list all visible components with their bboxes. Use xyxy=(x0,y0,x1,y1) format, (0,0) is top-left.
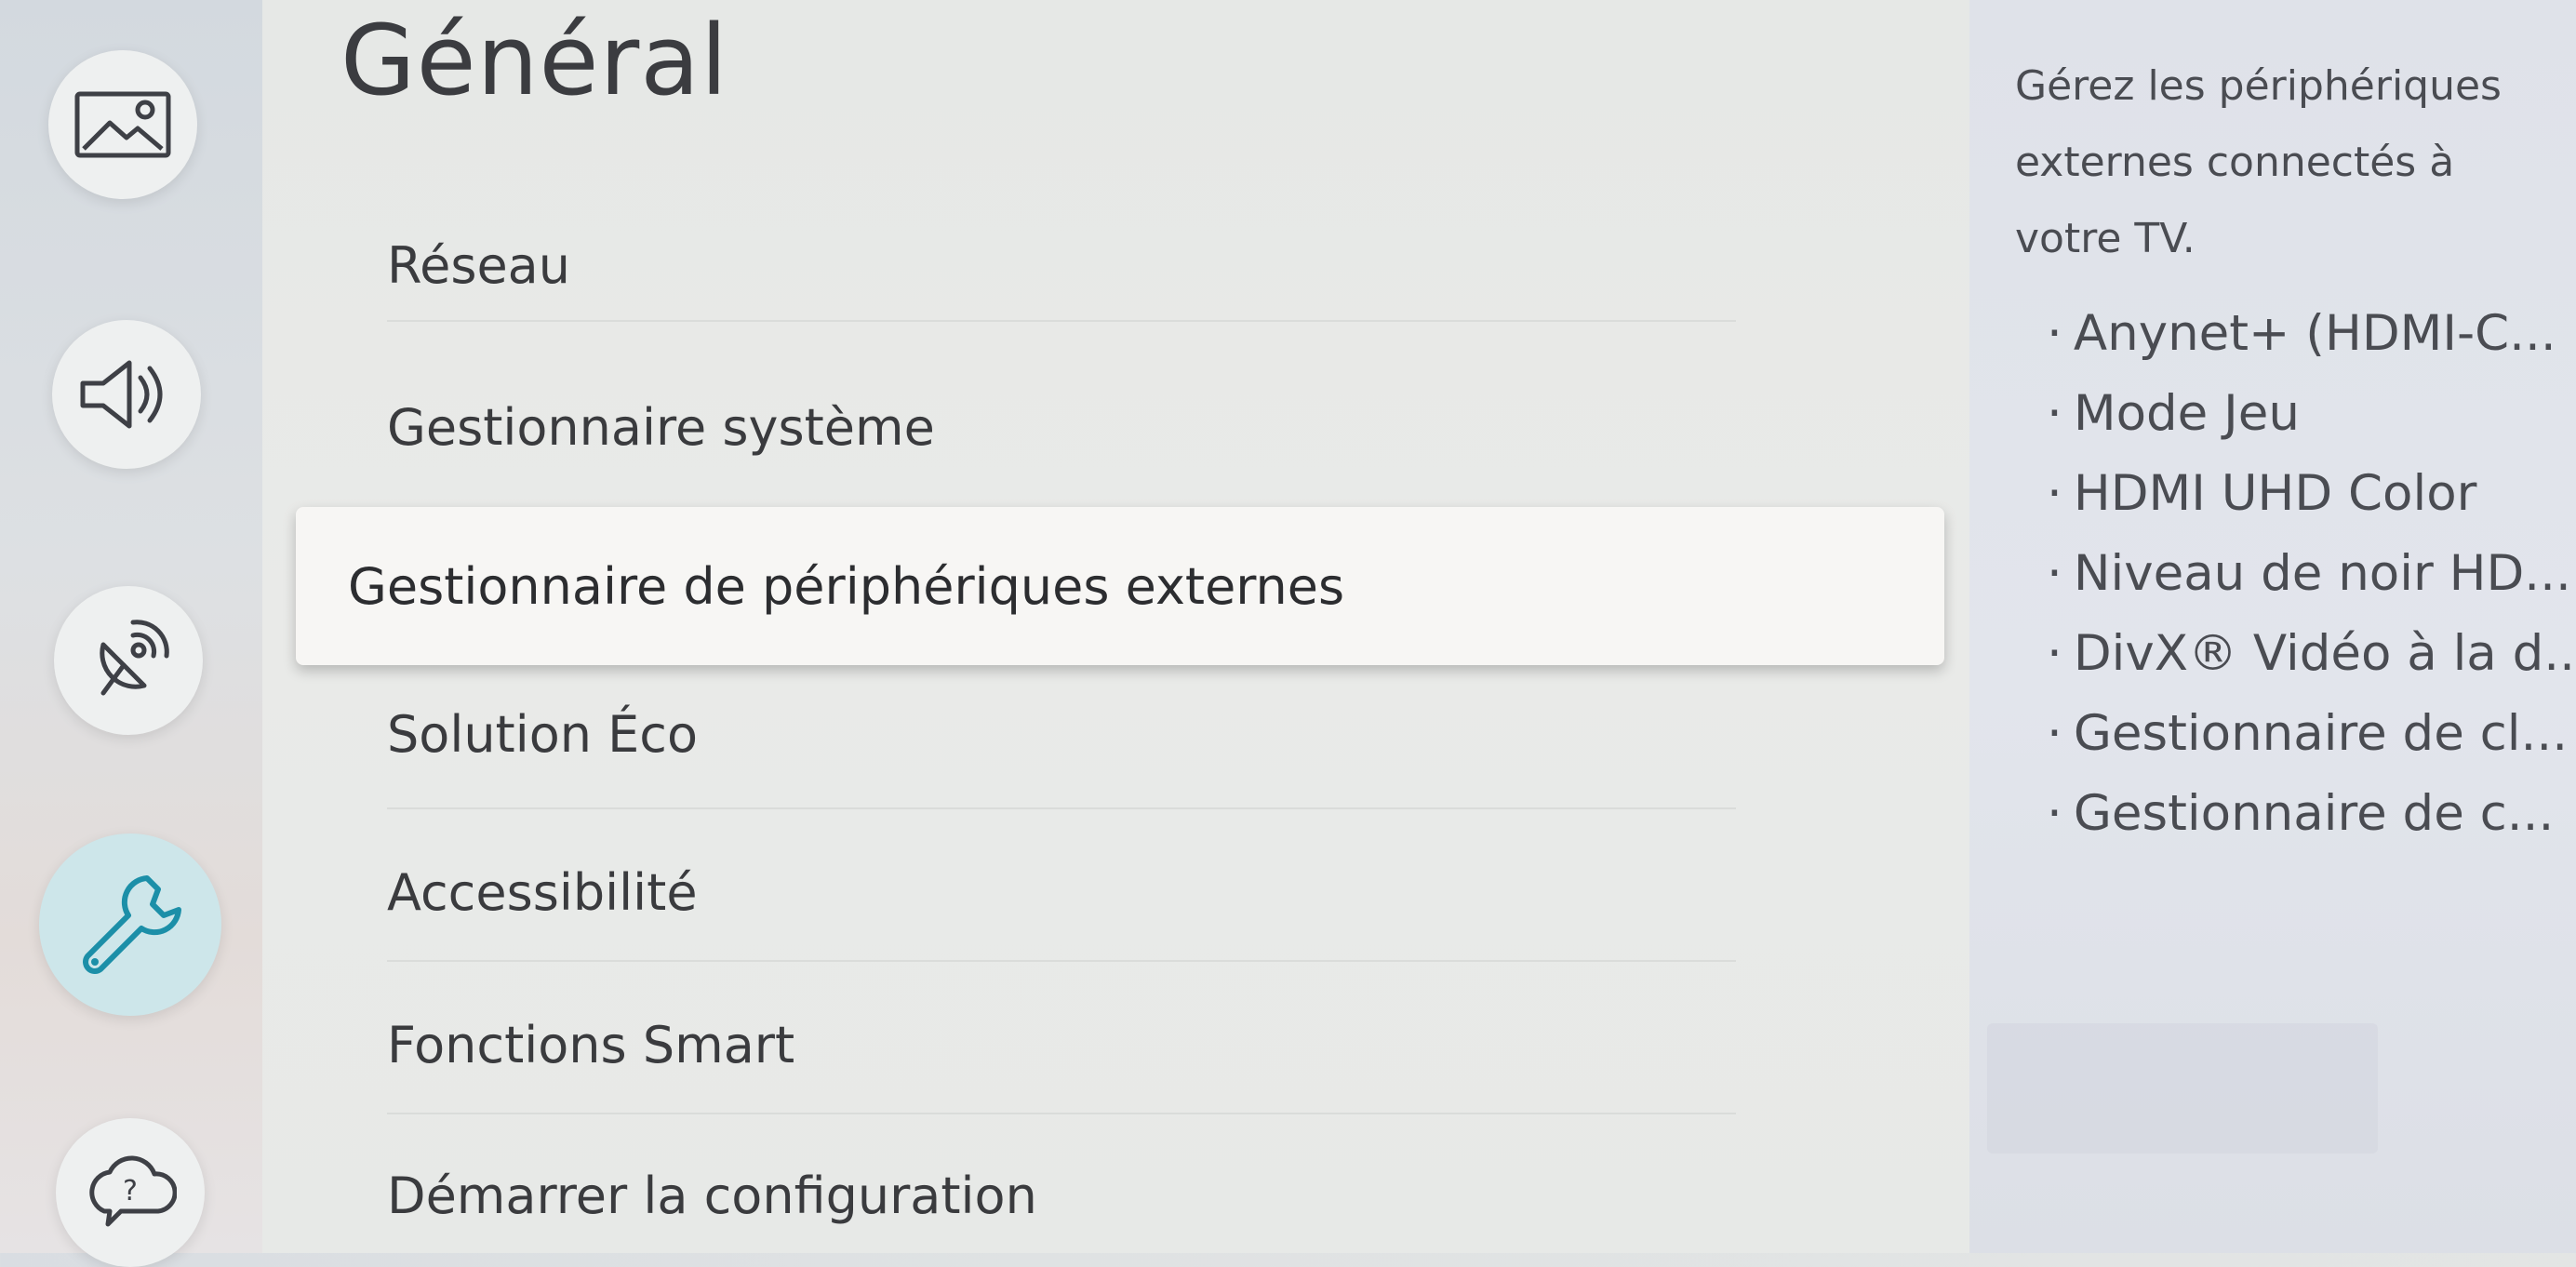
list-item: Gestionnaire de c... xyxy=(2047,774,2576,854)
menu-item-label: Gestionnaire de périphériques externes xyxy=(348,556,1345,616)
background-clock-reflection xyxy=(1987,1023,2378,1154)
menu-item-label: Fonctions Smart xyxy=(387,1015,795,1074)
menu-item-label: Démarrer la configuration xyxy=(387,1166,1037,1225)
picture-icon xyxy=(74,91,171,158)
sidebar-item-support[interactable]: ? xyxy=(56,1118,205,1267)
list-item: Mode Jeu xyxy=(2047,374,2576,454)
list-item: HDMI UHD Color xyxy=(2047,454,2576,534)
sidebar-item-sound[interactable] xyxy=(52,320,201,469)
menu-item-start-setup[interactable]: Démarrer la configuration xyxy=(387,1144,1736,1247)
divider xyxy=(387,960,1736,962)
menu-item-label: Gestionnaire système xyxy=(387,397,935,457)
support-icon: ? xyxy=(84,1155,177,1230)
list-item: Anynet+ (HDMI-C... xyxy=(2047,294,2576,374)
description-feature-list: Anynet+ (HDMI-C... Mode Jeu HDMI UHD Col… xyxy=(2047,294,2576,854)
sidebar-item-general[interactable] xyxy=(39,834,221,1016)
list-item: DivX® Vidéo à la d... xyxy=(2047,614,2576,694)
menu-item-network[interactable]: Réseau xyxy=(387,214,1736,316)
sound-icon xyxy=(75,357,178,432)
menu-item-label: Réseau xyxy=(387,235,570,295)
menu-item-smart-features[interactable]: Fonctions Smart xyxy=(387,994,1736,1096)
divider xyxy=(387,1113,1736,1114)
page-title: Général xyxy=(340,4,728,117)
description-text: Gérez les périphériques externes connect… xyxy=(2015,62,2502,262)
category-sidebar: ? xyxy=(0,0,262,1267)
sidebar-item-picture[interactable] xyxy=(48,50,197,199)
broadcast-icon xyxy=(87,619,170,702)
svg-text:?: ? xyxy=(123,1175,138,1207)
sidebar-item-broadcast[interactable] xyxy=(54,586,203,735)
menu-item-label: Solution Éco xyxy=(387,704,698,764)
wrench-icon xyxy=(74,869,186,980)
menu-item-external-device-manager[interactable]: Gestionnaire de périphériques externes xyxy=(296,507,1944,665)
list-item: Niveau de noir HD... xyxy=(2047,534,2576,614)
menu-item-eco-solution[interactable]: Solution Éco xyxy=(387,683,1736,785)
divider xyxy=(387,807,1736,809)
menu-item-system-manager[interactable]: Gestionnaire système xyxy=(387,376,1736,478)
menu-item-label: Accessibilité xyxy=(387,862,698,922)
divider xyxy=(387,320,1736,322)
list-item: Gestionnaire de cl... xyxy=(2047,694,2576,774)
menu-item-accessibility[interactable]: Accessibilité xyxy=(387,841,1736,943)
